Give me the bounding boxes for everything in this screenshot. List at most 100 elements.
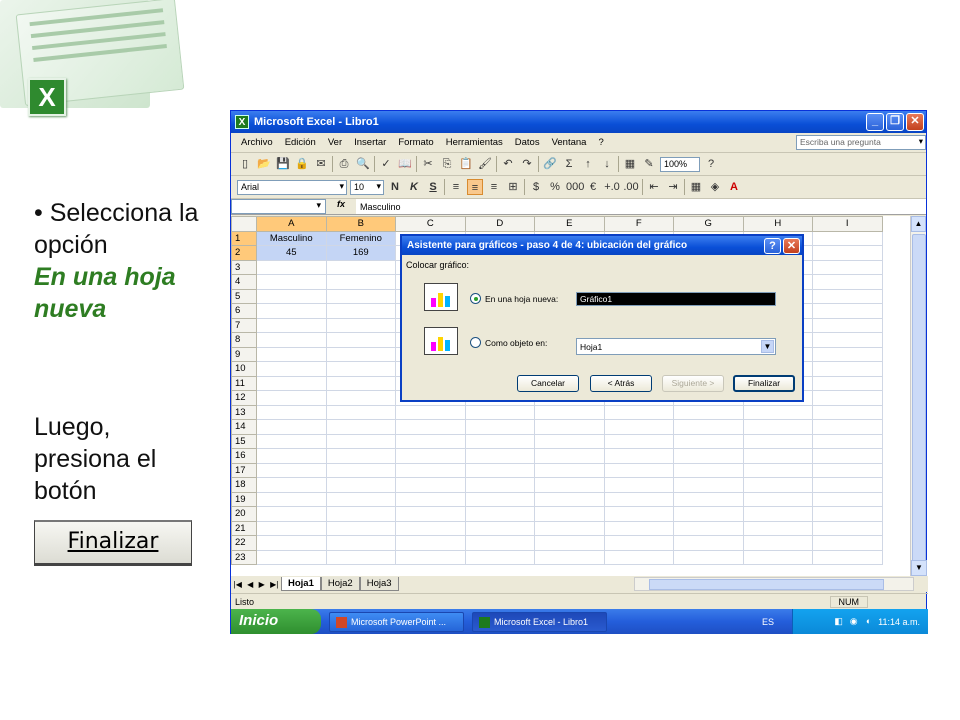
cell[interactable]: [812, 375, 883, 391]
save-icon[interactable]: 💾: [275, 156, 291, 172]
cell[interactable]: [742, 433, 813, 449]
menu-ver[interactable]: Ver: [322, 137, 348, 148]
undo-icon[interactable]: ↶: [500, 156, 516, 172]
row-header[interactable]: 8: [231, 332, 257, 348]
cell[interactable]: [673, 462, 744, 478]
cell[interactable]: [812, 520, 883, 536]
cell[interactable]: [325, 259, 396, 275]
cell[interactable]: [325, 448, 396, 464]
cell[interactable]: Masculino: [256, 230, 327, 246]
cell[interactable]: [395, 549, 466, 565]
row-header[interactable]: 2: [231, 245, 257, 261]
column-header-f[interactable]: F: [603, 216, 674, 232]
new-icon[interactable]: ▯: [237, 156, 253, 172]
cell[interactable]: [812, 491, 883, 507]
cell[interactable]: [742, 404, 813, 420]
chevron-down-icon[interactable]: ▼: [761, 340, 774, 353]
cell[interactable]: [395, 433, 466, 449]
cell[interactable]: [673, 433, 744, 449]
cell[interactable]: [534, 462, 605, 478]
cell[interactable]: [673, 477, 744, 493]
cell[interactable]: [603, 506, 674, 522]
menu-edicion[interactable]: Edición: [279, 137, 322, 148]
cell[interactable]: [673, 404, 744, 420]
decrease-decimal-icon[interactable]: .00: [623, 179, 639, 195]
cell[interactable]: [464, 506, 535, 522]
cell[interactable]: [256, 419, 327, 435]
euro-icon[interactable]: €: [585, 179, 601, 195]
last-sheet-icon[interactable]: ▶|: [270, 580, 278, 589]
object-sheet-select[interactable]: Hoja1 ▼: [576, 338, 776, 355]
cell[interactable]: [812, 259, 883, 275]
cell[interactable]: [325, 346, 396, 362]
print-icon[interactable]: ⎙: [336, 156, 352, 172]
menu-insertar[interactable]: Insertar: [348, 137, 392, 148]
row-header[interactable]: 7: [231, 317, 257, 333]
cell[interactable]: [325, 303, 396, 319]
cell[interactable]: [812, 506, 883, 522]
security-icon[interactable]: ◐: [863, 616, 874, 627]
column-header-h[interactable]: H: [742, 216, 813, 232]
cell[interactable]: [603, 404, 674, 420]
horizontal-scrollbar[interactable]: [634, 577, 914, 591]
bold-icon[interactable]: N: [387, 179, 403, 195]
cell[interactable]: [256, 288, 327, 304]
cell[interactable]: [325, 462, 396, 478]
cell[interactable]: [603, 491, 674, 507]
hyperlink-icon[interactable]: 🔗: [542, 156, 558, 172]
select-all-corner[interactable]: [231, 216, 257, 232]
tab-hoja1[interactable]: Hoja1: [281, 577, 321, 591]
cell[interactable]: [256, 535, 327, 551]
scroll-thumb[interactable]: [912, 234, 926, 564]
sort-desc-icon[interactable]: ↓: [599, 156, 615, 172]
row-header[interactable]: 15: [231, 433, 257, 449]
cell[interactable]: [742, 448, 813, 464]
cell[interactable]: [395, 535, 466, 551]
cell[interactable]: [673, 520, 744, 536]
cell[interactable]: [256, 390, 327, 406]
cell[interactable]: [325, 332, 396, 348]
cell[interactable]: [742, 549, 813, 565]
cell[interactable]: [812, 404, 883, 420]
cell[interactable]: [464, 462, 535, 478]
cell[interactable]: [325, 390, 396, 406]
menu-archivo[interactable]: Archivo: [235, 137, 279, 148]
cell[interactable]: 45: [256, 245, 327, 261]
cell[interactable]: [256, 303, 327, 319]
fill-color-icon[interactable]: ◈: [707, 179, 723, 195]
copy-icon[interactable]: ⎘: [439, 156, 455, 172]
row-header[interactable]: 20: [231, 506, 257, 522]
cell[interactable]: [325, 404, 396, 420]
ask-question-input[interactable]: Escriba una pregunta: [796, 135, 926, 150]
cell[interactable]: [812, 274, 883, 290]
cell[interactable]: [812, 477, 883, 493]
cell[interactable]: [325, 433, 396, 449]
cell[interactable]: [673, 448, 744, 464]
cell[interactable]: [812, 549, 883, 565]
cell[interactable]: [256, 404, 327, 420]
paste-icon[interactable]: 📋: [458, 156, 474, 172]
cell[interactable]: [325, 535, 396, 551]
next-button[interactable]: Siguiente >: [662, 375, 724, 392]
borders-icon[interactable]: ▦: [688, 179, 704, 195]
cell[interactable]: [464, 477, 535, 493]
cell[interactable]: [395, 448, 466, 464]
cell[interactable]: [395, 404, 466, 420]
cell[interactable]: [673, 506, 744, 522]
row-header[interactable]: 9: [231, 346, 257, 362]
cell[interactable]: [812, 303, 883, 319]
row-header[interactable]: 14: [231, 419, 257, 435]
cell[interactable]: [256, 346, 327, 362]
decrease-indent-icon[interactable]: ⇤: [646, 179, 662, 195]
thousands-icon[interactable]: 000: [566, 179, 584, 195]
cell[interactable]: [256, 506, 327, 522]
language-indicator[interactable]: ES: [762, 617, 792, 627]
cell[interactable]: [256, 549, 327, 565]
cell[interactable]: [603, 549, 674, 565]
cell[interactable]: [742, 535, 813, 551]
cell[interactable]: [812, 288, 883, 304]
row-header[interactable]: 13: [231, 404, 257, 420]
cell[interactable]: [395, 462, 466, 478]
tab-hoja2[interactable]: Hoja2: [320, 577, 360, 591]
menu-ventana[interactable]: Ventana: [546, 137, 593, 148]
